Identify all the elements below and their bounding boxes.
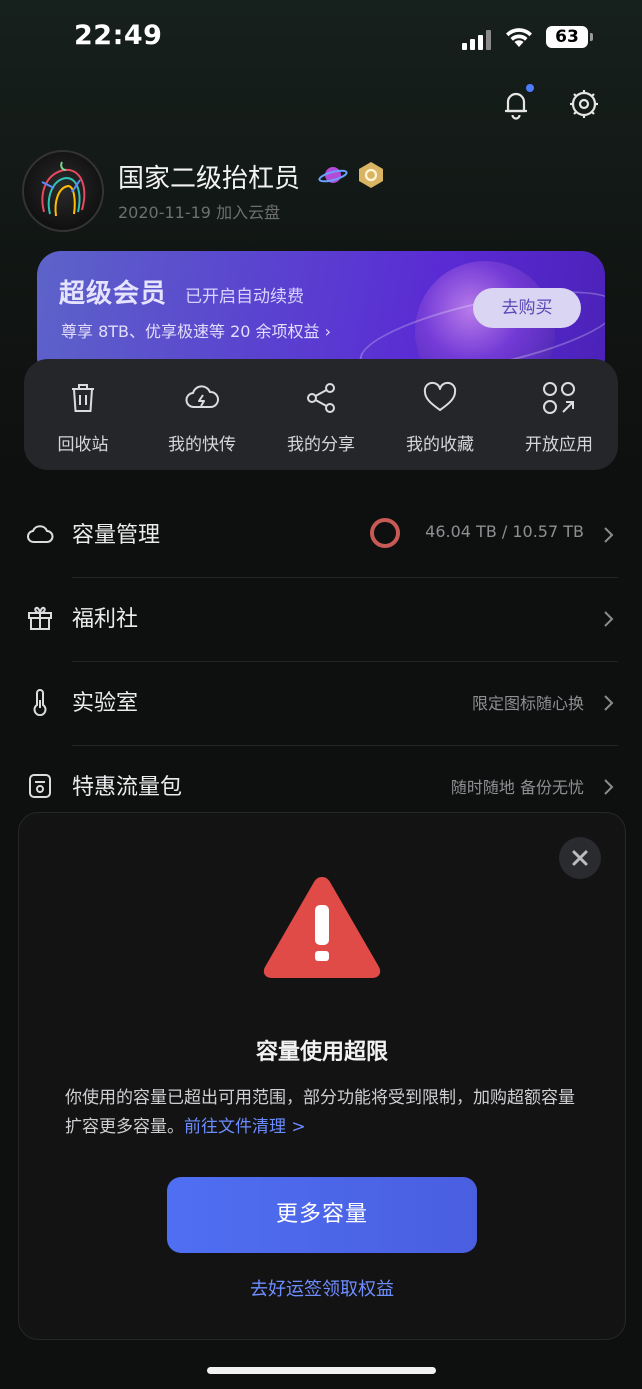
quick-action-favorites[interactable]: 我的收藏 <box>381 359 499 470</box>
menu-item-title: 容量管理 <box>72 523 161 548</box>
signal-icon <box>462 30 494 50</box>
menu-item-subtitle: 限定图标随心换 <box>471 694 584 713</box>
gift-icon <box>28 606 52 630</box>
status-bar: 22:49 63 <box>0 0 642 80</box>
capacity-ring-icon <box>370 518 400 548</box>
notification-button[interactable] <box>496 84 536 124</box>
quick-action-open-apps[interactable]: 开放应用 <box>500 359 618 470</box>
claim-benefits-link[interactable]: 去好运签领取权益 <box>19 1275 625 1301</box>
home-indicator[interactable] <box>207 1367 436 1374</box>
planet-badge-icon <box>318 167 348 183</box>
sim-card-icon <box>29 774 51 798</box>
chevron-right-icon <box>604 527 614 543</box>
menu-item-title: 实验室 <box>72 691 139 716</box>
cloud-icon <box>27 525 54 543</box>
vip-benefits-link[interactable]: 尊享 8TB、优享极速等 20 余项权益 › <box>61 318 331 342</box>
quick-action-recycle-bin[interactable]: 回收站 <box>24 359 142 470</box>
battery-indicator: 63 <box>546 26 588 48</box>
settings-button[interactable] <box>564 84 604 124</box>
menu-item-lab[interactable]: 实验室 限定图标随心换 <box>0 662 642 746</box>
chevron-right-icon <box>604 779 614 795</box>
warning-icon <box>263 877 381 978</box>
quick-action-label: 开放应用 <box>525 435 593 455</box>
heart-icon <box>423 381 457 411</box>
quick-action-label: 回收站 <box>57 435 109 455</box>
menu-item-capacity[interactable]: 容量管理 46.04 TB / 10.57 TB <box>0 494 642 578</box>
apps-icon <box>543 382 575 414</box>
quick-action-label: 我的收藏 <box>406 435 474 455</box>
username: 国家二级抬杠员 <box>118 164 301 194</box>
menu-item-welfare[interactable]: 福利社 <box>0 578 642 662</box>
join-date: 2020-11-19 加入云盘 <box>118 203 281 222</box>
gear-icon <box>570 90 598 118</box>
thermometer-icon <box>33 689 47 716</box>
coin-badge-icon <box>359 162 383 188</box>
capacity-exceeded-dialog: 容量使用超限 你使用的容量已超出可用范围，部分功能将受到限制，加购超额容量扩容更… <box>18 812 626 1340</box>
cloud-bolt-icon <box>185 385 219 408</box>
share-icon <box>307 383 335 413</box>
quick-actions-bar: 回收站 我的快传 我的分享 我的收藏 开放应用 <box>24 359 618 470</box>
quick-action-label: 我的分享 <box>287 435 355 455</box>
avatar-art <box>41 161 86 217</box>
menu-item-title: 特惠流量包 <box>72 775 183 800</box>
capacity-usage: 46.04 TB / 10.57 TB <box>425 522 584 541</box>
close-icon <box>572 850 588 866</box>
close-button[interactable] <box>559 837 601 879</box>
quick-action-label: 我的快传 <box>168 435 236 455</box>
file-cleanup-link[interactable]: 前往文件清理 > <box>184 1117 306 1137</box>
menu-item-subtitle: 随时随地 备份无忧 <box>450 778 584 797</box>
dialog-body-text: 你使用的容量已超出可用范围，部分功能将受到限制，加购超额容量扩容更多容量。 <box>65 1088 575 1137</box>
chevron-right-icon <box>604 611 614 627</box>
quick-action-share[interactable]: 我的分享 <box>262 359 380 470</box>
wifi-icon <box>506 28 532 47</box>
menu-item-title: 福利社 <box>72 607 139 632</box>
chevron-right-icon <box>604 695 614 711</box>
vip-buy-button[interactable]: 去购买 <box>473 288 581 328</box>
dialog-message: 你使用的容量已超出可用范围，部分功能将受到限制，加购超额容量扩容更多容量。前往文… <box>65 1084 585 1142</box>
status-time: 22:49 <box>74 20 163 51</box>
battery-tip <box>590 33 593 41</box>
avatar[interactable] <box>22 150 104 232</box>
vip-title: 超级会员 <box>59 279 168 309</box>
trash-icon <box>72 384 94 412</box>
more-capacity-button[interactable]: 更多容量 <box>167 1177 477 1253</box>
dialog-title: 容量使用超限 <box>255 1040 388 1065</box>
vip-status: 已开启自动续费 <box>185 287 304 307</box>
notification-dot <box>526 84 534 92</box>
quick-action-transfer[interactable]: 我的快传 <box>143 359 261 470</box>
